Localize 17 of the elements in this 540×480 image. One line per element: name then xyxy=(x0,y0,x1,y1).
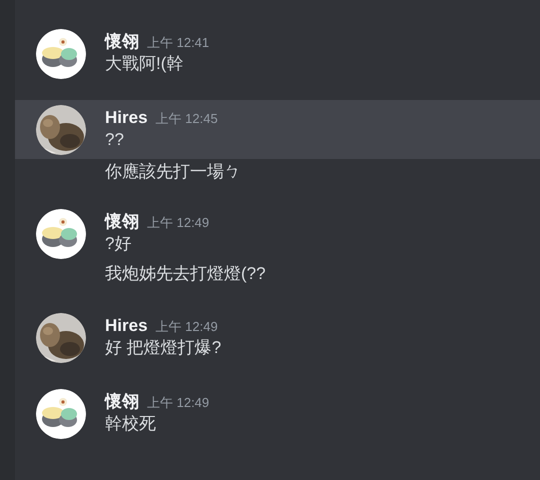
timestamp: 上午 12:49 xyxy=(156,318,218,336)
username[interactable]: 懷翎 xyxy=(105,29,139,54)
timestamp: 上午 12:41 xyxy=(147,34,210,52)
username[interactable]: 懷翎 xyxy=(105,209,139,234)
timestamp: 上午 12:49 xyxy=(147,214,210,232)
message-text: ?好 xyxy=(105,233,132,255)
message-text: 幹校死 xyxy=(105,413,157,435)
message-text: 好 把燈燈打爆? xyxy=(105,337,222,359)
message-text: ?? xyxy=(105,129,125,151)
message-text: 你應該先打一場ㄅ xyxy=(105,161,241,183)
message-text: 大戰阿!(幹 xyxy=(105,53,184,75)
username[interactable]: Hires xyxy=(105,313,148,338)
timestamp: 上午 12:45 xyxy=(156,110,218,128)
username[interactable]: Hires xyxy=(105,105,148,130)
message-text: 我炮姊先去打燈燈(?? xyxy=(105,263,266,285)
username[interactable]: 懷翎 xyxy=(105,389,139,414)
timestamp: 上午 12:49 xyxy=(147,394,210,412)
